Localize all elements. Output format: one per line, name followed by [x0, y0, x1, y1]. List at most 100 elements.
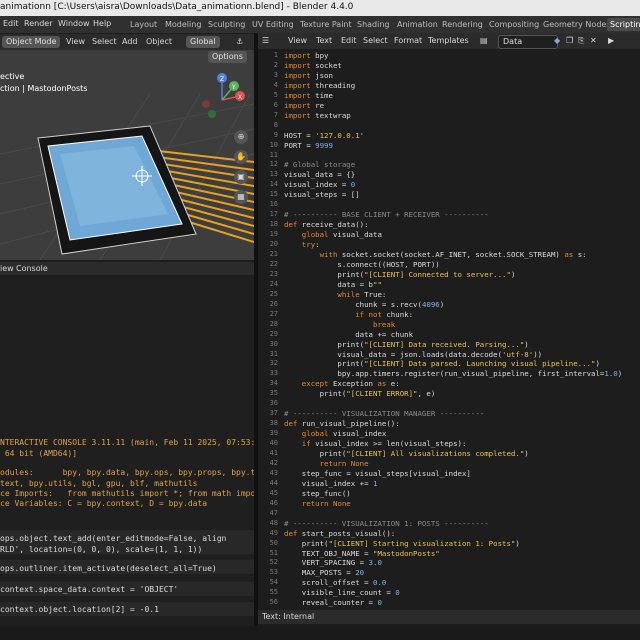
- fake-user-shield-icon[interactable]: ◆: [554, 36, 560, 45]
- line-number: 8: [273, 120, 278, 129]
- code-line: try:: [284, 240, 320, 250]
- code-line: import re: [284, 100, 325, 110]
- text-editor-header: ☰ View Text Edit Select Format Templates…: [258, 33, 640, 49]
- menu-help[interactable]: Help: [93, 19, 111, 28]
- code-line: # ---------- VISUALIZATION MANAGER -----…: [284, 409, 485, 419]
- line-number: 46: [269, 498, 278, 507]
- line-number: 12: [269, 160, 278, 169]
- te-menu-edit[interactable]: Edit: [341, 36, 357, 45]
- line-number: 11: [269, 150, 278, 159]
- console-menu-console[interactable]: Console: [16, 264, 48, 273]
- tab-uv-editing[interactable]: UV Editing: [249, 18, 297, 31]
- code-line: global visual_data: [284, 230, 382, 240]
- line-number: 26: [269, 299, 278, 308]
- tab-compositing[interactable]: Compositing: [486, 18, 542, 31]
- line-number: 6: [273, 100, 278, 109]
- line-number: 36: [269, 399, 278, 408]
- te-menu-view[interactable]: View: [288, 36, 307, 45]
- python-console[interactable]: NTERACTIVE CONSOLE 3.11.11 (main, Feb 11…: [0, 276, 254, 626]
- menu-window[interactable]: Window: [58, 19, 90, 28]
- console-banner-line: ce Variables: C = bpy.context, D = bpy.d…: [0, 499, 208, 508]
- text-datablock-field[interactable]: Data: [498, 35, 558, 49]
- line-number: 35: [269, 389, 278, 398]
- text-datablock-icon[interactable]: ▤: [480, 36, 488, 45]
- console-banner-line: ce Imports: from mathutils import *; fro…: [0, 489, 254, 498]
- line-number: 27: [269, 309, 278, 318]
- code-editor[interactable]: 1 import bpy 2 import socket 3 import json 4 im…: [258, 49, 640, 609]
- code-line: def receive_data():: [284, 220, 369, 230]
- editor-status-text: Text: Internal: [262, 612, 315, 621]
- tab-modeling[interactable]: Modeling: [162, 18, 204, 31]
- unlink-text-icon[interactable]: ✕: [590, 36, 597, 45]
- line-number: 21: [269, 250, 278, 258]
- window-title-bar: animationn [C:\Users\aisra\Downloads\Dat…: [0, 0, 640, 16]
- code-line: import json: [284, 70, 333, 80]
- code-line: visible_line_count = 0: [284, 588, 400, 598]
- code-line: import bpy: [284, 51, 329, 60]
- console-menu-view[interactable]: iew: [0, 264, 14, 273]
- run-script-icon[interactable]: ▶: [608, 36, 614, 45]
- menu-render[interactable]: Render: [24, 19, 52, 28]
- snap-icon[interactable]: ⚓: [236, 37, 243, 46]
- te-menu-select[interactable]: Select: [363, 36, 388, 45]
- line-number: 1: [273, 51, 278, 59]
- code-line: chunk = s.recv(4096): [284, 299, 445, 309]
- new-text-icon[interactable]: ❐: [566, 36, 573, 45]
- axis-y-label: Y: [231, 84, 236, 91]
- editor-type-icon[interactable]: ☰: [262, 36, 269, 45]
- line-number: 32: [269, 359, 278, 368]
- code-line: HOST = '127.0.0.1': [284, 130, 365, 140]
- code-line: print("[CLIENT] Data received. Parsing..…: [284, 339, 529, 349]
- line-number: 50: [269, 538, 278, 547]
- line-number: 48: [269, 518, 278, 527]
- menu-edit[interactable]: Edit: [3, 19, 19, 28]
- line-number: 24: [269, 279, 278, 288]
- 3d-viewport[interactable]: X Y Z ective ction | MastodonPosts ⊕ ✋ ▣…: [0, 34, 254, 260]
- line-number: 57: [258, 608, 278, 609]
- zoom-icon[interactable]: ⊕: [234, 130, 248, 144]
- console-command: RLD', location=(0, 0, 0), scale=(1, 1, 1…: [0, 545, 203, 554]
- tab-texture-paint[interactable]: Texture Paint: [297, 18, 355, 31]
- code-line: import socket: [284, 60, 342, 70]
- line-number: 33: [269, 369, 278, 378]
- vp-menu-select[interactable]: Select: [92, 37, 117, 46]
- object-mode-dropdown[interactable]: Object Mode: [2, 36, 61, 48]
- viewport-info-object: ction | MastodonPosts: [0, 84, 88, 93]
- line-number: 13: [269, 170, 278, 179]
- code-line: bpy.app.timers.register(run_visual_pipel…: [284, 369, 623, 379]
- tab-sculpting[interactable]: Sculpting: [205, 18, 248, 31]
- te-menu-format[interactable]: Format: [394, 36, 422, 45]
- camera-icon[interactable]: ▣: [234, 170, 248, 184]
- code-line: print("[CLIENT] Connected to server..."): [284, 269, 516, 279]
- te-menu-templates[interactable]: Templates: [428, 36, 469, 45]
- grid-view-icon[interactable]: ▦: [234, 190, 248, 204]
- console-command: ops.outliner.item_activate(deselect_all=…: [0, 564, 217, 573]
- line-number: 14: [269, 180, 278, 189]
- vp-menu-object[interactable]: Object: [146, 37, 172, 46]
- tab-geometry-nodes[interactable]: Geometry Nodes: [540, 18, 613, 31]
- axis-z-label: Z: [220, 76, 224, 83]
- hand-pan-icon[interactable]: ✋: [234, 150, 248, 164]
- open-text-icon[interactable]: ⎘: [578, 36, 584, 46]
- viewport-scene: X Y Z: [0, 73, 254, 260]
- te-menu-text[interactable]: Text: [316, 36, 332, 45]
- tab-rendering[interactable]: Rendering: [439, 18, 486, 31]
- line-number: 52: [269, 558, 278, 567]
- line-number: 17: [269, 210, 278, 219]
- tab-layout[interactable]: Layout: [127, 18, 160, 31]
- options-dropdown[interactable]: Options: [208, 51, 247, 63]
- vp-menu-add[interactable]: Add: [122, 37, 138, 46]
- orientation-dropdown[interactable]: Global: [186, 36, 220, 48]
- line-number: 55: [269, 588, 278, 597]
- line-number: 30: [269, 339, 278, 348]
- tab-scripting[interactable]: Scripting: [607, 18, 640, 31]
- console-banner-line: 64 bit (AMD64)]: [0, 449, 78, 458]
- code-line: if not chunk:: [284, 309, 414, 319]
- console-banner-line: text, bpy.utils, bgl, gpu, blf, mathutil…: [0, 479, 198, 488]
- code-line: import threading: [284, 80, 356, 90]
- tab-shading[interactable]: Shading: [354, 18, 393, 31]
- vp-menu-view[interactable]: View: [66, 37, 85, 46]
- tab-animation[interactable]: Animation: [394, 18, 441, 31]
- code-line: while True:: [284, 289, 387, 299]
- code-line: s.connect((HOST, PORT)): [284, 259, 440, 269]
